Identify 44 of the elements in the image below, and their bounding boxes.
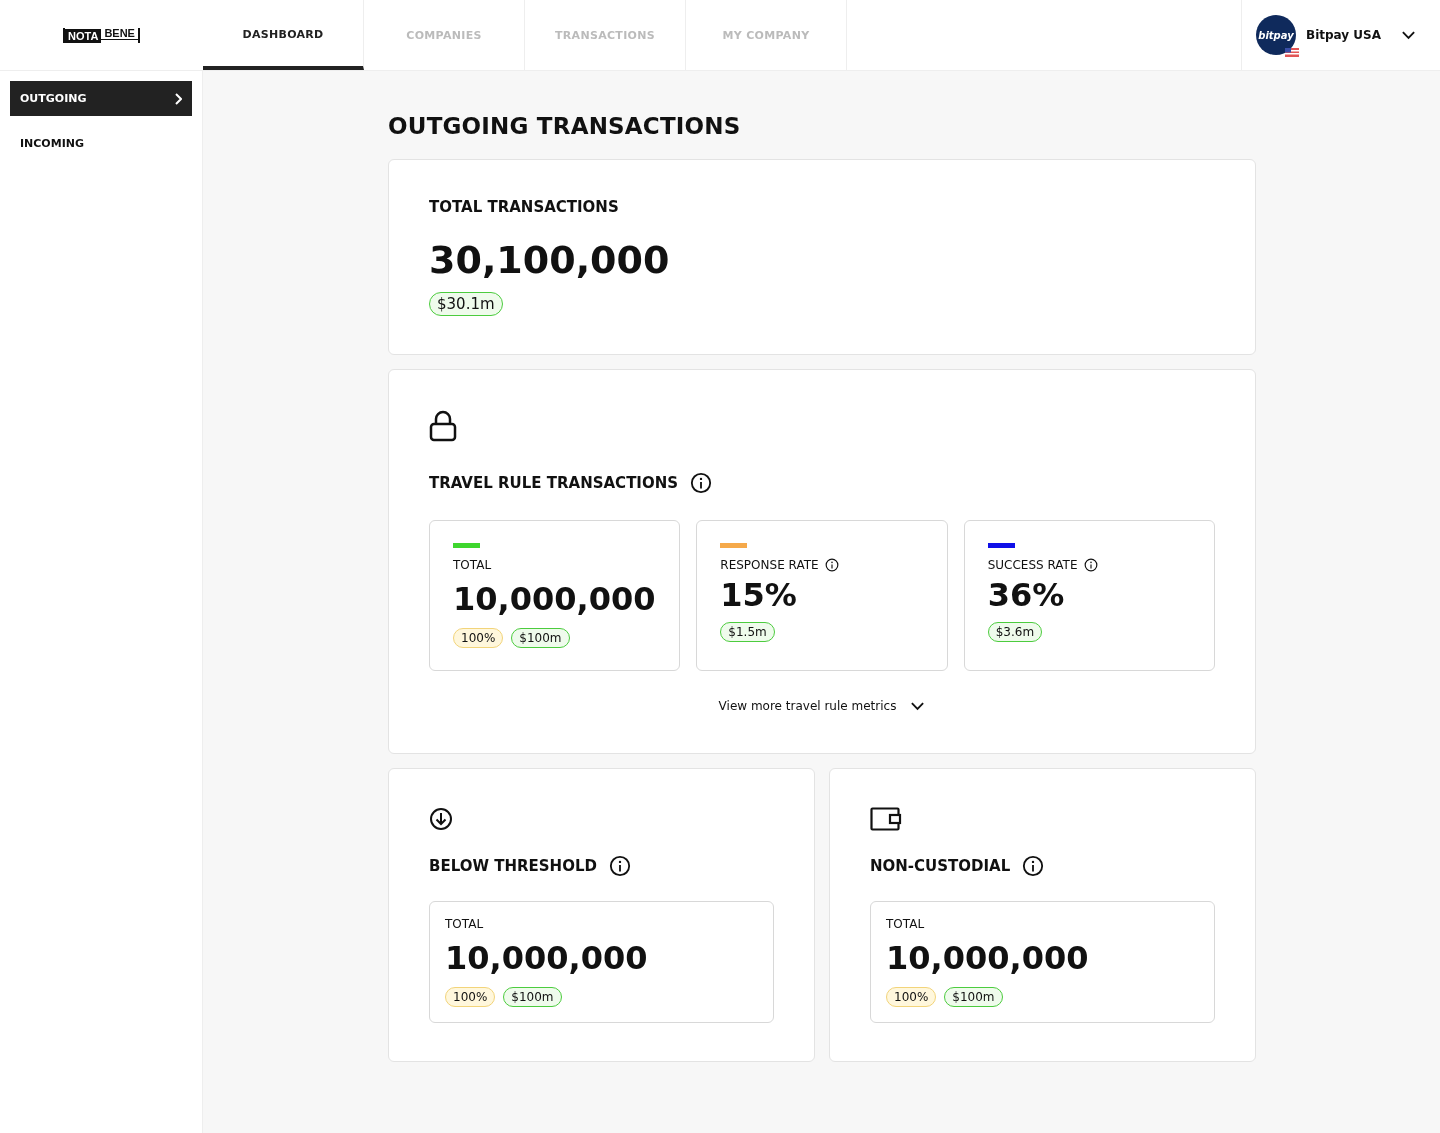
metric-label: SUCCESS RATE xyxy=(987,558,1078,572)
total-value: 30,100,000 xyxy=(429,238,671,282)
amount-badge: $30.1m xyxy=(429,292,503,316)
page-title: OUTGOING TRANSACTIONS xyxy=(388,113,742,139)
metric-value: 10,000,000 xyxy=(445,939,649,977)
arrow-down-circle-icon xyxy=(429,807,453,831)
sidebar-item[interactable]: OUTGOING xyxy=(10,81,192,116)
card-title: BELOW THRESHOLD xyxy=(429,857,597,875)
metric-label: TOTAL xyxy=(445,917,485,931)
percent-badge: 100% xyxy=(886,987,937,1007)
metric-value: 36% xyxy=(987,576,1066,614)
info-icon[interactable] xyxy=(1083,558,1098,572)
metric-label: TOTAL xyxy=(886,917,926,931)
percent-badge: 100% xyxy=(453,628,504,648)
amount-badge: $3.6m xyxy=(987,622,1043,642)
metric-label: RESPONSE RATE xyxy=(720,558,819,572)
info-icon[interactable] xyxy=(608,855,631,877)
nav-tab[interactable]: DASHBOARD xyxy=(203,0,364,70)
company-avatar: bitpay xyxy=(1256,15,1296,55)
chevron-down-icon[interactable] xyxy=(910,701,926,711)
account-name[interactable]: Bitpay USA xyxy=(1306,28,1381,42)
metric-value: 10,000,000 xyxy=(453,580,657,618)
metric-value: 15% xyxy=(720,576,798,614)
amount-badge: $100m xyxy=(503,987,562,1007)
chevron-right-icon xyxy=(174,92,182,105)
wallet-icon xyxy=(870,807,902,831)
view-more-link[interactable]: View more travel rule metrics xyxy=(718,699,897,713)
metric-label: TOTAL xyxy=(453,558,492,572)
logo: NOTA BENE xyxy=(63,27,140,43)
metric-value: 10,000,000 xyxy=(886,939,1090,977)
info-icon[interactable] xyxy=(1022,855,1045,877)
flag-icon xyxy=(1285,48,1299,57)
card-title: NON-CUSTODIAL xyxy=(870,857,1011,875)
amount-badge: $1.5m xyxy=(720,622,775,642)
amount-badge: $100m xyxy=(944,987,1003,1007)
card-title: TOTAL TRANSACTIONS xyxy=(429,198,620,216)
amount-badge: $100m xyxy=(511,628,570,648)
lock-icon xyxy=(429,410,457,442)
card-title: TRAVEL RULE TRANSACTIONS xyxy=(429,474,679,492)
info-icon[interactable] xyxy=(824,558,839,572)
percent-badge: 100% xyxy=(445,987,496,1007)
chevron-down-icon[interactable] xyxy=(1401,30,1416,40)
sidebar-item[interactable]: INCOMING xyxy=(10,126,192,161)
info-icon[interactable] xyxy=(690,472,713,494)
